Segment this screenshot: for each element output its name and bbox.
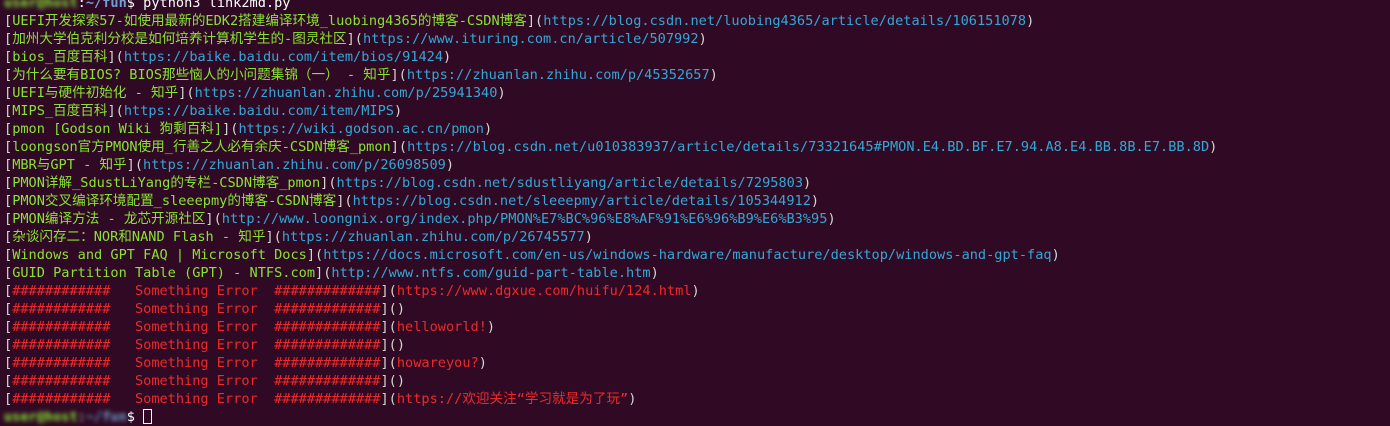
link-url: http://www.loongnix.org/index.php/PMON%E… xyxy=(221,211,828,227)
terminal-window[interactable]: user@host:~/fun$ python3 link2md.py [UEF… xyxy=(0,0,1390,426)
markdown-link-line: [PMON交叉编译环境配置_sleeepmy的博客-CSDN博客](https:… xyxy=(4,193,820,209)
prompt-user-host: user@host xyxy=(4,409,78,425)
link-url: https://zhuanlan.zhihu.com/p/26745577 xyxy=(281,229,585,245)
markdown-link-line: [loongson官方PMON使用_行善之人必有余庆-CSDN博客_pmon](… xyxy=(4,139,1218,155)
link-title: loongson官方PMON使用_行善之人必有余庆-CSDN博客_pmon xyxy=(12,139,391,155)
link-title: MBR与GPT - 知乎 xyxy=(12,157,127,173)
markdown-link-line: [杂谈闪存二：NOR和NAND Flash - 知乎](https://zhua… xyxy=(4,229,593,245)
link-url: https://blog.csdn.net/sleeepmy/article/d… xyxy=(352,193,811,209)
markdown-link-line: [MIPS_百度百科](https://baike.baidu.com/item… xyxy=(4,103,403,119)
link-title: PMON编译方法 - 龙芯开源社区 xyxy=(12,211,206,227)
next-prompt-line[interactable]: user@host:~/fun$ xyxy=(0,408,1390,426)
error-url: https://欢迎关注“学习就是为了玩” xyxy=(396,391,629,407)
error-url: howareyou? xyxy=(396,355,479,371)
markdown-link-line: [UEFI开发探索57-如使用最新的EDK2搭建编译环境_luobing4365… xyxy=(4,13,1035,29)
prompt-path: ~/fun xyxy=(85,0,127,11)
error-line: [############ Something Error ##########… xyxy=(4,391,637,407)
link-title: UEFI开发探索57-如使用最新的EDK2搭建编译环境_luobing4365的… xyxy=(12,13,527,29)
error-text: ############ Something Error ###########… xyxy=(12,373,381,389)
markdown-link-line: [PMON编译方法 - 龙芯开源社区](http://www.loongnix.… xyxy=(4,211,836,227)
error-line: [############ Something Error ##########… xyxy=(4,355,487,371)
error-text: ############ Something Error ###########… xyxy=(12,337,381,353)
link-url: https://www.ituring.com.cn/article/50799… xyxy=(363,31,699,47)
link-title: 杂谈闪存二：NOR和NAND Flash - 知乎 xyxy=(12,229,266,245)
link-url: https://baike.baidu.com/item/MIPS xyxy=(123,103,394,119)
error-url: https://www.dgxue.com/huifu/124.html xyxy=(396,283,692,299)
markdown-link-line: [UEFI与硬件初始化 - 知乎](https://zhuanlan.zhihu… xyxy=(4,85,506,101)
links-output: [UEFI开发探索57-如使用最新的EDK2搭建编译环境_luobing4365… xyxy=(0,12,1390,282)
link-url: https://baike.baidu.com/item/bios/91424 xyxy=(123,49,444,65)
link-url: https://blog.csdn.net/u010383937/article… xyxy=(407,139,1210,155)
error-text: ############ Something Error ###########… xyxy=(12,391,381,407)
link-title: PMON交叉编译环境配置_sleeepmy的博客-CSDN博客 xyxy=(12,193,337,209)
command-prompt-line: user@host:~/fun$ python3 link2md.py xyxy=(0,0,1390,12)
error-line: [############ Something Error ##########… xyxy=(4,319,496,335)
error-url: helloworld! xyxy=(396,319,487,335)
link-url: http://www.ntfs.com/guid-part-table.htm xyxy=(331,265,651,281)
errors-output: [############ Something Error ##########… xyxy=(0,282,1390,408)
error-text: ############ Something Error ###########… xyxy=(12,301,381,317)
link-url: https://blog.csdn.net/sdustliyang/articl… xyxy=(336,175,804,191)
cursor-block xyxy=(143,409,153,424)
link-title: MIPS_百度百科 xyxy=(12,103,108,119)
link-title: GUID Partition Table (GPT) - NTFS.com xyxy=(12,265,316,281)
markdown-link-line: [Windows and GPT FAQ | Microsoft Docs](h… xyxy=(4,247,1060,263)
link-title: UEFI与硬件初始化 - 知乎 xyxy=(12,85,179,101)
link-title: Windows and GPT FAQ | Microsoft Docs xyxy=(12,247,307,263)
link-title: bios_百度百科 xyxy=(12,49,108,65)
link-url: https://docs.microsoft.com/en-us/windows… xyxy=(323,247,1052,263)
command-text: python3 link2md.py xyxy=(143,0,291,11)
link-url: https://zhuanlan.zhihu.com/p/25941340 xyxy=(194,85,498,101)
error-text: ############ Something Error ###########… xyxy=(12,319,381,335)
link-title: pmon [Godson Wiki 狗剩百科] xyxy=(12,121,223,137)
error-line: [############ Something Error ##########… xyxy=(4,373,406,389)
markdown-link-line: [加州大学伯克利分校是如何培养计算机学生的-图灵社区](https://www.… xyxy=(4,31,707,47)
link-url: https://wiki.godson.ac.cn/pmon xyxy=(238,121,484,137)
markdown-link-line: [为什么要有BIOS? BIOS那些恼人的小问题集锦（一） - 知乎](http… xyxy=(4,67,718,83)
error-line: [############ Something Error ##########… xyxy=(4,337,406,353)
markdown-link-line: [MBR与GPT - 知乎](https://zhuanlan.zhihu.co… xyxy=(4,157,455,173)
prompt-path: ~/fun xyxy=(85,409,127,425)
link-title: 为什么要有BIOS? BIOS那些恼人的小问题集锦（一） - 知乎 xyxy=(12,67,391,83)
error-text: ############ Something Error ###########… xyxy=(12,283,381,299)
prompt-symbol: $ xyxy=(126,0,135,11)
error-text: ############ Something Error ###########… xyxy=(12,355,381,371)
markdown-link-line: [pmon [Godson Wiki 狗剩百科]](https://wiki.g… xyxy=(4,121,493,137)
error-line: [############ Something Error ##########… xyxy=(4,301,406,317)
prompt-symbol: $ xyxy=(126,409,135,425)
markdown-link-line: [PMON详解_SdustLiYang的专栏-CSDN博客_pmon](http… xyxy=(4,175,812,191)
link-title: PMON详解_SdustLiYang的专栏-CSDN博客_pmon xyxy=(12,175,321,191)
link-title: 加州大学伯克利分校是如何培养计算机学生的-图灵社区 xyxy=(12,31,347,47)
prompt-user-host: user@host xyxy=(4,0,78,11)
markdown-link-line: [GUID Partition Table (GPT) - NTFS.com](… xyxy=(4,265,659,281)
markdown-link-line: [bios_百度百科](https://baike.baidu.com/item… xyxy=(4,49,452,65)
link-url: https://zhuanlan.zhihu.com/p/45352657 xyxy=(406,67,710,83)
link-url: https://blog.csdn.net/luobing4365/articl… xyxy=(543,13,1027,29)
error-line: [############ Something Error ##########… xyxy=(4,283,700,299)
link-url: https://zhuanlan.zhihu.com/p/26098509 xyxy=(143,157,446,173)
